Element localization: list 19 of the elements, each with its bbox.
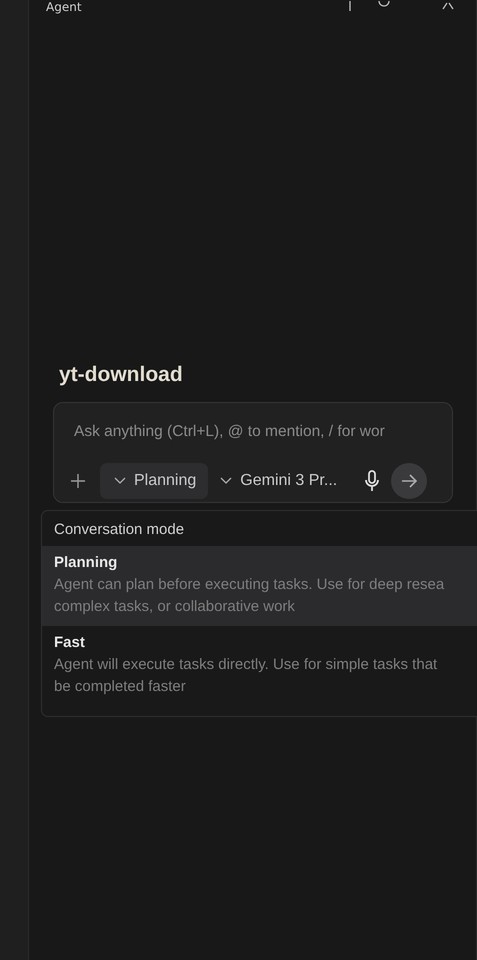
panel-title: Agent — [46, 0, 83, 14]
mode-option[interactable]: Fast Agent will execute tasks directly. Use for simple tasks that be completed faster — [42, 626, 477, 706]
menu-heading: Conversation mode — [53, 520, 186, 540]
microphone-button[interactable] — [363, 470, 382, 492]
option-title: Fast — [54, 634, 86, 651]
caret-icon — [114, 477, 126, 485]
mode-option[interactable]: Planning Agent can plan before executing tasks. Use for deep resea complex tasks, or collaborative work — [42, 546, 477, 626]
option-title: Planning — [54, 554, 118, 571]
add-button[interactable] — [69, 472, 87, 490]
caret-icon — [220, 477, 232, 485]
chat-input-field[interactable]: Ask anything (Ctrl+L), @ to mention, / for wor — [74, 423, 444, 441]
option-description: Agent will execute tasks directly. Use for simple tasks that be completed faster — [54, 655, 438, 697]
option-description: Agent can plan before executing tasks. Use for deep resea complex tasks, or collaborative work — [54, 575, 446, 617]
mode-dropdown[interactable]: Planning — [100, 463, 208, 499]
model-dropdown[interactable]: Gemini 3 Pr... — [212, 472, 346, 490]
send-button[interactable] — [391, 463, 428, 499]
project-title: yt-download — [59, 362, 184, 388]
arrow-icon — [400, 472, 418, 490]
chat-input-box[interactable]: Ask anything (Ctrl+L), @ to mention, / for wor Planning Gemini 3 Pr... — [53, 402, 453, 503]
